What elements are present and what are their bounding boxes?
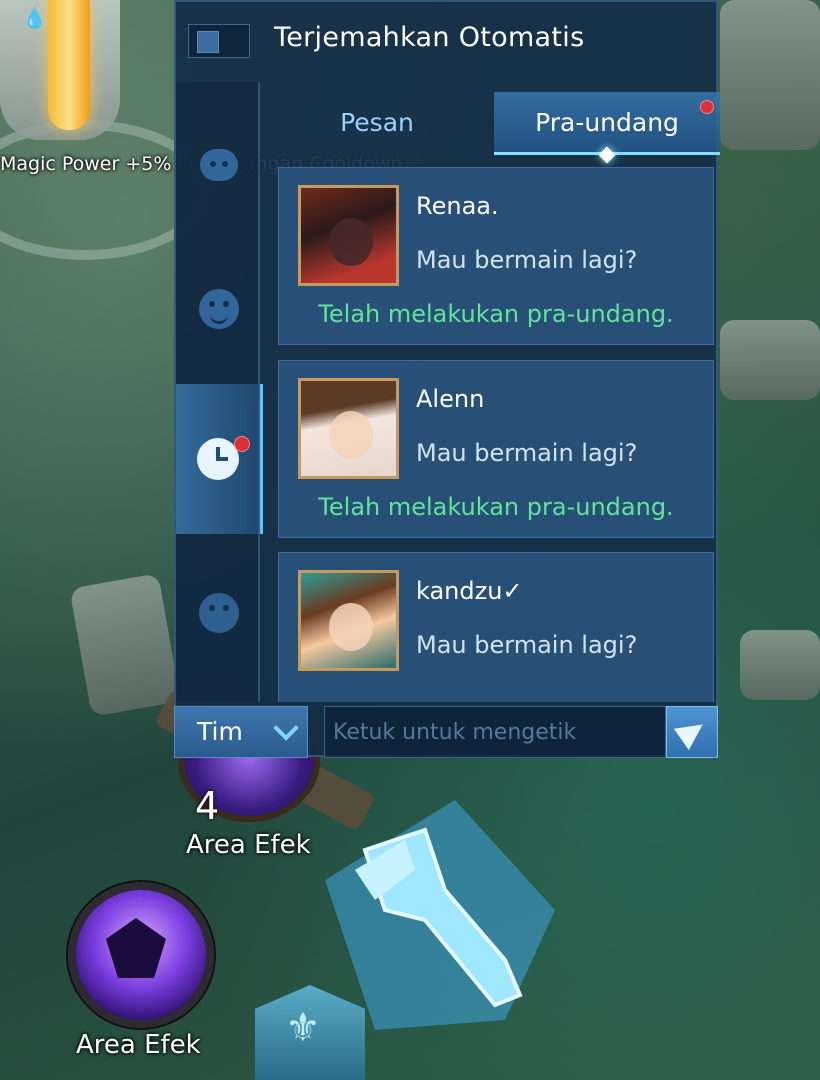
panel-header: Terjemahkan Otomatis: [176, 2, 716, 82]
auto-translate-checkbox[interactable]: [188, 24, 250, 58]
rock: [720, 0, 820, 150]
notification-dot: [234, 436, 250, 452]
chat-input[interactable]: [324, 706, 666, 758]
avatar[interactable]: [298, 570, 399, 671]
water-drop-icon: 💧: [22, 6, 47, 30]
list-item[interactable]: kandzu✓ Mau bermain lagi?: [278, 552, 714, 702]
list-item[interactable]: Alenn Mau bermain lagi? Telah melakukan …: [278, 360, 714, 538]
avatar[interactable]: [298, 378, 399, 479]
invite-message: Mau bermain lagi?: [416, 631, 638, 659]
player-name: Alenn: [416, 385, 485, 413]
sidebar-item-chat[interactable]: [188, 134, 250, 196]
checkbox-square: [197, 31, 219, 53]
channel-select[interactable]: Tim: [174, 706, 308, 758]
channel-select-value: Tim: [197, 717, 243, 746]
rock: [720, 320, 820, 400]
skill-2-label: Area Efek: [76, 1030, 201, 1060]
sidebar-item-emoji[interactable]: [188, 278, 250, 340]
sidebar-item-profile[interactable]: [188, 582, 250, 644]
profile-icon: [199, 593, 239, 633]
active-tab-indicator: [598, 146, 616, 164]
chevron-down-icon: [273, 715, 299, 741]
gold-pillar: [48, 0, 90, 130]
avatar[interactable]: [298, 185, 399, 286]
invite-message: Mau bermain lagi?: [416, 439, 638, 467]
send-button[interactable]: [666, 706, 718, 758]
chat-bubble-icon: [200, 149, 238, 181]
player-name: Renaa.: [416, 192, 499, 220]
skill-2-button[interactable]: [68, 882, 214, 1028]
skill-1-label: Area Efek: [186, 830, 311, 860]
invite-message: Mau bermain lagi?: [416, 246, 638, 274]
tab-pesan[interactable]: Pesan: [260, 92, 494, 152]
tab-pra-undang[interactable]: Pra-undang: [494, 92, 720, 164]
chat-sidebar: [176, 82, 263, 702]
chat-tabs: Pesan Pra-undang: [260, 92, 720, 164]
send-icon: [673, 713, 711, 751]
chat-panel: Terjemahkan Otomatis Pesan Pra-undang Re…: [174, 0, 720, 758]
auto-translate-label: Terjemahkan Otomatis: [274, 22, 585, 53]
invite-status: Telah melakukan pra-undang.: [318, 300, 674, 328]
tab-pra-undang-label: Pra-undang: [535, 107, 679, 137]
sidebar-item-recent[interactable]: [176, 384, 263, 534]
claw-icon: [106, 918, 166, 978]
rock: [69, 573, 181, 717]
list-item[interactable]: Renaa. Mau bermain lagi? Telah melakukan…: [278, 167, 714, 345]
notification-dot: [700, 100, 714, 114]
chat-input-bar: Tim: [174, 706, 718, 758]
skill-1-count: 4: [195, 784, 220, 828]
invite-list[interactable]: Renaa. Mau bermain lagi? Telah melakukan…: [276, 167, 720, 702]
emblem-icon: ⚜: [285, 1005, 321, 1051]
player-name: kandzu✓: [416, 577, 523, 605]
emoji-icon: [199, 289, 239, 329]
clock-icon: [197, 438, 239, 480]
rock: [740, 630, 820, 700]
invite-status: Telah melakukan pra-undang.: [318, 493, 674, 521]
